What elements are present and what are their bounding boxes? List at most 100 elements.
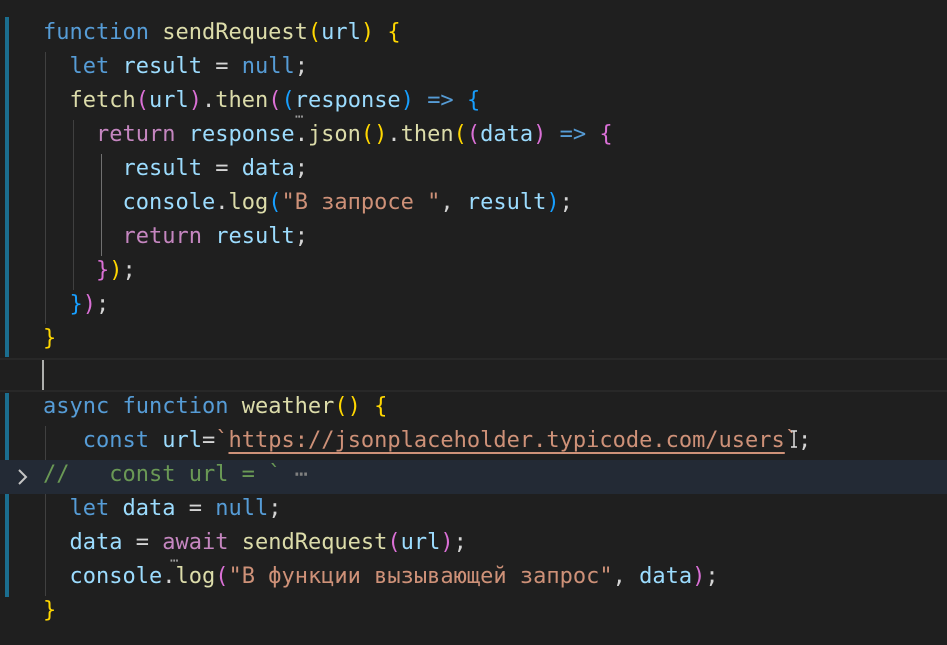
code-token: ;	[294, 156, 308, 181]
code-line[interactable]: const url=`https://jsonplaceholder.typic…	[0, 424, 947, 458]
code-line[interactable]: result = data;	[0, 152, 947, 186]
code-token: ;	[294, 54, 308, 79]
code-token: (	[135, 88, 149, 113]
hint-squiggle: ⋯	[295, 109, 304, 125]
code-line[interactable]: return result;	[0, 220, 947, 254]
code-token: )	[400, 88, 414, 113]
code-token: "В функции вызывающей запрос"	[228, 564, 613, 589]
code-line[interactable]: return response.json().then((data) => {	[0, 118, 947, 152]
code-token: json	[307, 122, 361, 147]
code-token: (	[281, 88, 295, 113]
code-line[interactable]: }	[0, 322, 947, 356]
code-token: (	[215, 564, 229, 589]
code-line[interactable]: });	[0, 288, 947, 322]
code-token: "В запросе "	[281, 190, 441, 215]
code-token: data	[241, 156, 295, 181]
code-token: ;	[268, 496, 282, 521]
code-token: =	[201, 428, 216, 453]
code-token: sendRequest	[162, 20, 308, 45]
code-token: sendRequest	[241, 530, 388, 555]
code-token: =>	[559, 122, 587, 147]
code-line-text: return response.json().then((data) => {	[43, 118, 613, 152]
code-token: null	[215, 496, 269, 521]
code-token: )	[82, 292, 96, 317]
code-token: )	[440, 530, 454, 555]
code-token: async	[43, 394, 110, 419]
code-line-text: const url=`https://jsonplaceholder.typic…	[43, 424, 812, 458]
code-line-text: fetch(url).then((response) => {	[43, 84, 481, 118]
code-token: log	[228, 190, 269, 215]
code-line-text: return result;	[43, 220, 308, 254]
code-token: console	[122, 190, 216, 215]
code-line[interactable]: }	[0, 594, 947, 628]
code-line[interactable]: // const url = ` ⋯	[0, 458, 947, 492]
code-line-text: });	[43, 254, 136, 288]
code-token: return	[95, 122, 176, 147]
code-token: // const url = `	[43, 462, 282, 487]
code-token: ;	[705, 564, 719, 589]
code-line[interactable]: });	[0, 254, 947, 288]
code-token: ;	[453, 530, 467, 555]
code-token: url	[148, 88, 189, 113]
code-token: result	[122, 54, 202, 79]
code-line-text: async function weather() {	[43, 390, 387, 424]
code-token: function	[43, 20, 149, 45]
code-token: )	[360, 20, 375, 45]
code-token: =	[201, 156, 242, 181]
code-token: const	[82, 428, 149, 453]
code-token: ;	[96, 292, 110, 317]
code-token: response	[294, 88, 401, 113]
code-token: ,	[612, 564, 640, 589]
code-token: then	[215, 88, 269, 113]
code-token: (	[307, 20, 322, 45]
code-line-text: result = data;	[43, 152, 308, 186]
code-line[interactable]: fetch(url).then((response) => {	[0, 84, 947, 118]
code-token: result	[122, 156, 202, 181]
code-token: function	[122, 394, 229, 419]
code-token: response	[188, 122, 295, 147]
code-token: }	[69, 292, 83, 317]
code-line[interactable]: function sendRequest(url) {	[0, 16, 947, 50]
code-line[interactable]: let result = null;	[0, 50, 947, 84]
code-token: )	[692, 564, 706, 589]
code-token: .	[387, 122, 401, 147]
code-line[interactable]: console.log("В запросе ", result);	[0, 186, 947, 220]
code-token: )	[533, 122, 547, 147]
code-line[interactable]: let data = null;	[0, 492, 947, 526]
code-token: fetch	[69, 88, 136, 113]
code-line[interactable]: async function weather() {	[0, 390, 947, 424]
code-token: )	[188, 88, 202, 113]
code-line[interactable]	[0, 356, 947, 390]
code-token: }	[95, 258, 110, 283]
code-line-text: console.log("В запросе ", result);	[43, 186, 572, 220]
code-token: =	[122, 530, 163, 555]
code-token: {	[466, 88, 481, 113]
code-token: (	[268, 88, 282, 113]
code-token: let	[69, 496, 110, 521]
code-token: log	[175, 564, 216, 589]
code-line-text: }	[43, 594, 56, 628]
code-token: ;	[294, 224, 308, 249]
code-editor[interactable]: function sendRequest(url) { let result =…	[0, 0, 947, 645]
code-line[interactable]: console.log("В функции вызывающей запрос…	[0, 560, 947, 594]
code-line[interactable]: data = await sendRequest(url);	[0, 526, 947, 560]
code-token: data	[480, 122, 534, 147]
code-token: ()	[334, 394, 361, 419]
code-token: .	[201, 88, 216, 113]
